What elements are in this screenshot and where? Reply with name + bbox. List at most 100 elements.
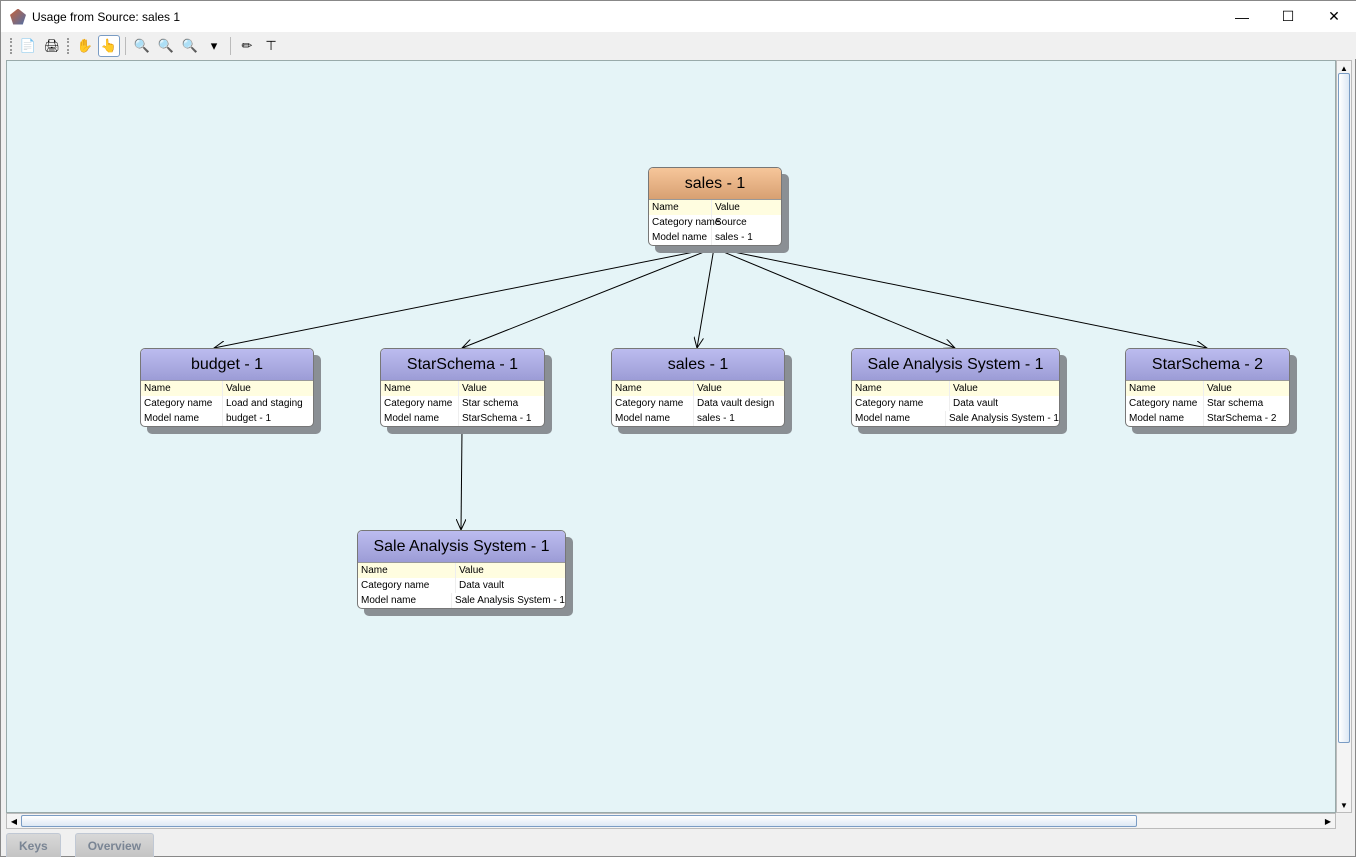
vertical-scroll-thumb[interactable] [1338, 73, 1350, 743]
toolbar-separator [230, 36, 231, 55]
app-icon [10, 8, 26, 25]
node-table-header: Name Value [358, 563, 565, 578]
property-value: Star schema [462, 398, 519, 409]
header-value: Value [226, 383, 251, 394]
horizontal-scrollbar[interactable]: ◀ ▶ [6, 813, 1336, 829]
property-value: Data vault [459, 580, 505, 591]
property-name: Model name [381, 411, 459, 426]
select-hand-icon[interactable]: 👆 [98, 34, 120, 57]
node-property-row: Category name Data vault design [612, 396, 784, 411]
header-name: Name [612, 381, 694, 396]
model-node[interactable]: Sale Analysis System - 1 Name Value Catego… [851, 348, 1060, 427]
property-name: Category name [141, 396, 223, 411]
property-value: Sale Analysis System - 1 [948, 413, 1059, 424]
header-value: Value [715, 202, 740, 213]
scroll-right-arrow[interactable]: ▶ [1321, 814, 1335, 828]
title-bar: Usage from Source: sales 1 — ☐ ✕ [1, 1, 1356, 32]
minimize-button[interactable]: — [1219, 1, 1265, 32]
header-value: Value [459, 565, 484, 576]
model-node[interactable]: StarSchema - 1 Name Value Category name Sta… [380, 348, 545, 427]
property-value: Data vault [953, 398, 999, 409]
property-name: Model name [1126, 411, 1204, 426]
tab-keys[interactable]: Keys [6, 833, 61, 857]
node-property-row: Category name Data vault [852, 396, 1059, 411]
toolbar-separator [10, 37, 13, 54]
bottom-tabs: Keys Overview [6, 833, 155, 857]
header-name: Name [852, 381, 950, 396]
property-value: Load and staging [226, 398, 303, 409]
node-table-header: Name Value [1126, 381, 1289, 396]
property-value: sales - 1 [697, 413, 735, 424]
node-title: StarSchema - 2 [1126, 349, 1289, 381]
node-table-header: Name Value [612, 381, 784, 396]
node-property-row: Category name Star schema [1126, 396, 1289, 411]
node-title: Sale Analysis System - 1 [852, 349, 1059, 381]
dropdown-arrow-icon[interactable]: ▾ [203, 35, 225, 57]
model-node[interactable]: sales - 1 Name Value Category name Data vau… [611, 348, 785, 427]
node-property-row: Model name budget - 1 [141, 411, 313, 426]
node-table-header: Name Value [649, 200, 781, 215]
usage-edge [462, 247, 715, 348]
property-name: Model name [852, 411, 946, 426]
layout-tree-icon[interactable]: ⊤ [260, 35, 282, 57]
header-value: Value [953, 383, 978, 394]
zoom-in-icon[interactable]: 🔍 [131, 35, 153, 57]
header-name: Name [649, 200, 712, 215]
zoom-out-icon[interactable]: 🔍 [155, 35, 177, 57]
node-property-row: Model name Sale Analysis System - 1 [852, 411, 1059, 426]
property-name: Category name [358, 578, 456, 593]
node-table-header: Name Value [852, 381, 1059, 396]
node-table-header: Name Value [381, 381, 544, 396]
property-value: StarSchema - 1 [462, 413, 532, 424]
close-button[interactable]: ✕ [1311, 1, 1356, 32]
horizontal-scroll-thumb[interactable] [21, 815, 1137, 827]
print-icon[interactable]: 🖨 [41, 35, 63, 57]
node-property-row: Model name Sale Analysis System - 1 [358, 593, 565, 608]
model-node[interactable]: StarSchema - 2 Name Value Category name Sta… [1125, 348, 1290, 427]
property-name: Model name [358, 593, 452, 608]
header-name: Name [358, 563, 456, 578]
node-title: budget - 1 [141, 349, 313, 381]
scroll-down-arrow[interactable]: ▼ [1337, 798, 1351, 812]
property-value: sales - 1 [715, 232, 753, 243]
diagram-canvas[interactable]: sales - 1 Name Value Category name Source Mo… [6, 60, 1336, 813]
header-name: Name [141, 381, 223, 396]
usage-edge [697, 247, 715, 348]
pdf-export-icon[interactable]: 📄 [17, 35, 39, 57]
vertical-scrollbar[interactable]: ▲ ▼ [1336, 60, 1352, 813]
property-name: Category name [852, 396, 950, 411]
node-property-row: Model name sales - 1 [649, 230, 781, 245]
property-value: Sale Analysis System - 1 [454, 595, 565, 606]
model-node[interactable]: sales - 1 Name Value Category name Source Mo… [648, 167, 782, 246]
window-title: Usage from Source: sales 1 [32, 9, 181, 24]
property-name: Model name [141, 411, 223, 426]
property-name: Model name [612, 411, 694, 426]
pencil-icon[interactable]: ✏ [236, 35, 258, 57]
model-node[interactable]: budget - 1 Name Value Category name Load an… [140, 348, 314, 427]
pan-hand-icon[interactable]: ✋ [74, 35, 96, 57]
scroll-left-arrow[interactable]: ◀ [7, 814, 21, 828]
tab-overview[interactable]: Overview [74, 833, 155, 857]
node-property-row: Model name StarSchema - 2 [1126, 411, 1289, 426]
node-property-row: Category name Source [649, 215, 781, 230]
property-value: Source [715, 217, 747, 228]
zoom-icon[interactable]: 🔍 [179, 35, 201, 57]
property-name: Category name [649, 215, 720, 230]
node-property-row: Model name sales - 1 [612, 411, 784, 426]
model-node[interactable]: Sale Analysis System - 1 Name Value Catego… [357, 530, 566, 609]
node-property-row: Category name Star schema [381, 396, 544, 411]
usage-edge [214, 247, 715, 348]
node-table-header: Name Value [141, 381, 313, 396]
header-name: Name [1126, 381, 1204, 396]
node-title: sales - 1 [612, 349, 784, 381]
property-value: Star schema [1207, 398, 1264, 409]
header-value: Value [462, 383, 487, 394]
header-value: Value [1207, 383, 1232, 394]
property-value: Data vault design [697, 398, 775, 409]
toolbar-separator [67, 37, 70, 54]
maximize-button[interactable]: ☐ [1265, 1, 1311, 32]
node-property-row: Category name Load and staging [141, 396, 313, 411]
node-property-row: Category name Data vault [358, 578, 565, 593]
property-name: Category name [612, 396, 694, 411]
usage-edge [461, 429, 462, 530]
